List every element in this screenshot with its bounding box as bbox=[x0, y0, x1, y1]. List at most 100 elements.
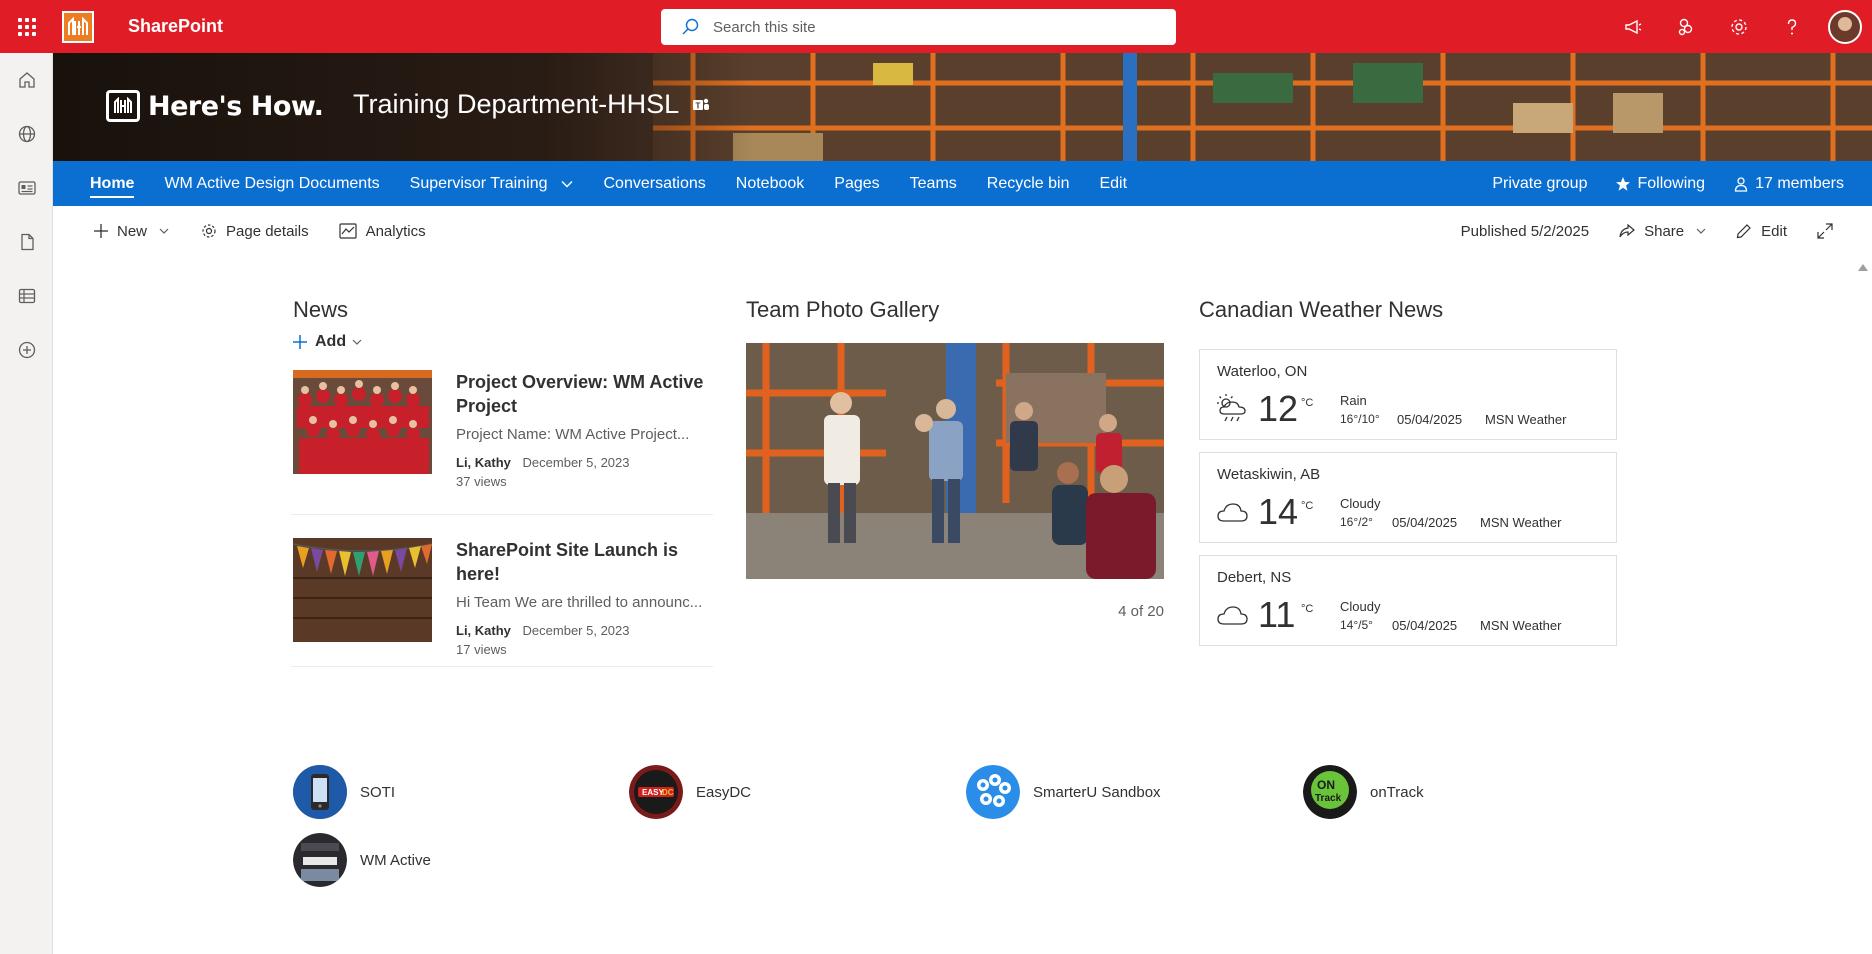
svg-text:T: T bbox=[696, 101, 701, 110]
pencil-icon bbox=[1736, 224, 1751, 239]
cloud-icon bbox=[1217, 503, 1248, 522]
quick-link-wm-active[interactable]: WM Active bbox=[293, 833, 431, 887]
site-title: Training Department-HHSL T bbox=[353, 89, 711, 120]
nav-item-supervisor-training[interactable]: Supervisor Training bbox=[410, 161, 574, 206]
members-button[interactable]: 17 members bbox=[1733, 175, 1844, 193]
app-bar bbox=[0, 53, 53, 954]
document-icon[interactable] bbox=[0, 215, 53, 269]
news-views: 37 views bbox=[456, 474, 507, 489]
news-thumbnail[interactable] bbox=[293, 370, 432, 474]
news-meta: Li, Kathy December 5, 2023 bbox=[456, 455, 713, 470]
divider bbox=[291, 514, 713, 515]
chevron-down-icon bbox=[1696, 228, 1706, 234]
help-icon[interactable] bbox=[1765, 0, 1818, 53]
news-heading: News bbox=[293, 297, 349, 322]
svg-text:Track: Track bbox=[1315, 793, 1342, 804]
site-search[interactable] bbox=[661, 9, 1176, 45]
site-header: Here's How. Training Department-HHSL T bbox=[53, 53, 1872, 161]
quick-link-label: WM Active bbox=[360, 851, 431, 869]
quick-link-ontrack[interactable]: ON Track onTrack bbox=[1303, 765, 1424, 819]
news-thumbnail[interactable] bbox=[293, 538, 432, 642]
share-button[interactable]: Share bbox=[1619, 223, 1706, 240]
weather-card[interactable]: Debert, NS 11 °C Cloudy 14°/5° 05/04/202… bbox=[1199, 555, 1617, 646]
analytics-button[interactable]: Analytics bbox=[338, 223, 426, 240]
weather-card[interactable]: Wetaskiwin, AB 14 °C Cloudy 16°/2° 05/04… bbox=[1199, 452, 1617, 543]
nav-item-notebook[interactable]: Notebook bbox=[736, 161, 805, 206]
add-news-button[interactable]: Add bbox=[293, 333, 370, 351]
wm-active-icon bbox=[293, 833, 347, 887]
nav-item-teams[interactable]: Teams bbox=[910, 161, 957, 206]
quick-link-label: SOTI bbox=[360, 783, 396, 801]
edit-button[interactable]: Edit bbox=[1736, 223, 1787, 240]
megaphone-icon[interactable] bbox=[1606, 0, 1659, 53]
teams-icon[interactable]: T bbox=[691, 95, 711, 115]
globe-icon[interactable] bbox=[0, 107, 53, 161]
weather-source[interactable]: MSN Weather bbox=[1480, 515, 1561, 530]
quick-link-label: onTrack bbox=[1370, 783, 1424, 801]
chevron-down-icon bbox=[159, 228, 169, 234]
cloud-icon bbox=[1217, 606, 1248, 625]
gallery-counter: 4 of 20 bbox=[1118, 603, 1164, 620]
page-details-button[interactable]: Page details bbox=[201, 223, 309, 240]
home-hardware-logo[interactable] bbox=[62, 10, 94, 43]
group-info: Private group Following 17 members bbox=[1464, 161, 1844, 206]
sharepoint-switch-icon[interactable] bbox=[1659, 0, 1712, 53]
weather-date: 05/04/2025 bbox=[1397, 412, 1463, 427]
analytics-icon bbox=[338, 223, 357, 239]
heres-how-logo[interactable]: Here's How. bbox=[106, 90, 324, 122]
home-icon[interactable] bbox=[0, 53, 53, 107]
nav-item-wm-active-design-documents[interactable]: WM Active Design Documents bbox=[164, 161, 379, 206]
nav-links: Home WM Active Design Documents Supervis… bbox=[90, 161, 1157, 206]
nav-item-recycle-bin[interactable]: Recycle bin bbox=[987, 161, 1070, 206]
news-date: December 5, 2023 bbox=[522, 623, 630, 638]
search-input[interactable] bbox=[713, 18, 1143, 36]
expand-button[interactable] bbox=[1817, 223, 1842, 239]
list-icon[interactable] bbox=[0, 269, 53, 323]
waffle-icon bbox=[17, 17, 36, 36]
create-icon[interactable] bbox=[0, 323, 53, 377]
news-title[interactable]: SharePoint Site Launch is here! bbox=[456, 538, 713, 586]
site-navigation: Home WM Active Design Documents Supervis… bbox=[53, 161, 1872, 206]
weather-condition: Cloudy bbox=[1340, 496, 1381, 511]
following-button[interactable]: Following bbox=[1615, 175, 1705, 193]
nav-item-home[interactable]: Home bbox=[90, 161, 135, 206]
weather-source[interactable]: MSN Weather bbox=[1485, 412, 1566, 427]
weather-temp: 14 bbox=[1258, 491, 1299, 532]
plus-icon bbox=[94, 224, 108, 238]
chevron-down-icon[interactable] bbox=[561, 180, 573, 188]
gallery-image[interactable] bbox=[746, 343, 1164, 579]
suite-bar: SharePoint bbox=[0, 0, 1872, 53]
divider bbox=[291, 666, 713, 667]
weather-range: 14°/5° bbox=[1340, 618, 1373, 632]
news-title[interactable]: Project Overview: WM Active Project bbox=[456, 370, 713, 418]
nav-item-conversations[interactable]: Conversations bbox=[603, 161, 705, 206]
news-author[interactable]: Li, Kathy bbox=[456, 623, 511, 638]
weather-unit: °C bbox=[1301, 397, 1314, 409]
weather-date: 05/04/2025 bbox=[1392, 515, 1458, 530]
news-meta: Li, Kathy December 5, 2023 bbox=[456, 623, 713, 638]
plus-icon bbox=[293, 335, 307, 349]
site-title-text: Training Department-HHSL bbox=[353, 89, 680, 119]
nav-item-edit[interactable]: Edit bbox=[1099, 161, 1127, 206]
weather-temp: 11 bbox=[1258, 594, 1296, 635]
quick-link-smarteru-sandbox[interactable]: SmarterU Sandbox bbox=[966, 765, 1161, 819]
new-button[interactable]: New bbox=[94, 223, 169, 240]
quick-link-soti[interactable]: SOTI bbox=[293, 765, 395, 819]
quick-link-label: SmarterU Sandbox bbox=[1033, 783, 1161, 801]
weather-unit: °C bbox=[1301, 500, 1314, 512]
nav-item-pages[interactable]: Pages bbox=[834, 161, 879, 206]
quick-link-easydc[interactable]: EASY DC EasyDC bbox=[629, 765, 751, 819]
weather-city: Wetaskiwin, AB bbox=[1217, 466, 1321, 483]
weather-unit: °C bbox=[1301, 603, 1314, 615]
published-status[interactable]: Published 5/2/2025 bbox=[1461, 223, 1589, 240]
weather-source[interactable]: MSN Weather bbox=[1480, 618, 1561, 633]
gallery-heading: Team Photo Gallery bbox=[746, 297, 940, 322]
app-name-link[interactable]: SharePoint bbox=[128, 16, 223, 37]
news-author[interactable]: Li, Kathy bbox=[456, 455, 511, 470]
weather-card[interactable]: Waterloo, ON 12 °C Rain 16°/10° 05/04/20… bbox=[1199, 349, 1617, 440]
gear-icon[interactable] bbox=[1712, 0, 1765, 53]
scrollbar-up-arrow[interactable] bbox=[1858, 264, 1868, 271]
news-icon[interactable] bbox=[0, 161, 53, 215]
user-avatar[interactable] bbox=[1828, 9, 1862, 44]
app-launcher-button[interactable] bbox=[0, 0, 53, 53]
